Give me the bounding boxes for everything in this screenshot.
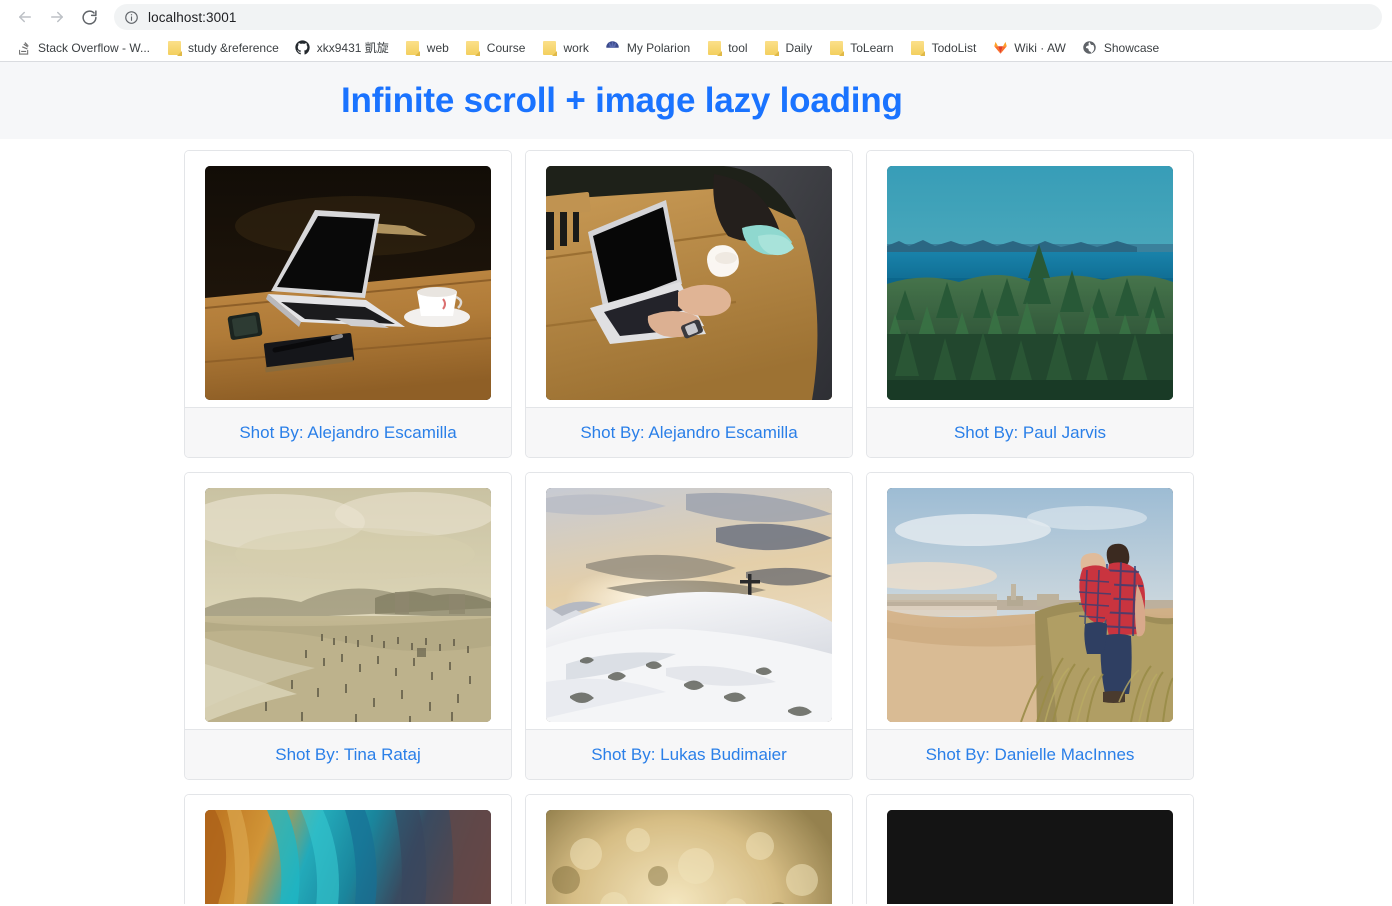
photo-man-carrying-child-on-beach-dunes[interactable] [887,488,1173,722]
github-icon [295,40,311,56]
photo-container [526,795,852,904]
bookmark-wiki-aw[interactable]: Wiki · AW [984,37,1074,59]
photo-container [185,151,511,407]
photo-card[interactable]: Shot By: Lukas Budimaier [525,472,853,780]
photo-hazy-beach-with-crowd-sepia[interactable] [205,488,491,722]
bookmark-todolist[interactable]: TodoList [902,37,985,59]
photo-container [867,473,1193,729]
photo-dark-black-image-placeholder[interactable] [887,810,1173,904]
folder-icon [166,40,182,56]
bookmark-web[interactable]: web [397,37,457,59]
stackoverflow-icon [16,40,32,56]
photo-caption-footer: Shot By: Alejandro Escamilla [526,407,852,457]
photo-container [867,151,1193,407]
bookmark-github[interactable]: xkx9431 凱旋 [287,37,397,59]
bookmark-label: xkx9431 凱旋 [316,40,389,55]
bookmark-my-polarion[interactable]: My Polarion [597,37,698,59]
photo-caption: Shot By: Alejandro Escamilla [580,423,798,442]
photo-container [185,795,511,904]
photo-card[interactable]: Shot By: Danielle MacInnes [866,472,1194,780]
folder-icon [405,40,421,56]
address-bar[interactable]: localhost:3001 [114,4,1382,30]
photo-grid-container: Shot By: Alejandro Escamilla Shot By: Al… [0,139,1392,904]
page-content: Infinite scroll + image lazy loading Sho… [0,62,1392,904]
bookmark-label: Course [486,40,526,55]
bookmark-label: Showcase [1103,40,1160,55]
photo-card[interactable]: Shot By: Paul Jarvis [866,150,1194,458]
photo-card[interactable] [866,794,1194,904]
bookmark-label: web [426,40,449,55]
forward-button[interactable] [42,2,72,32]
back-button[interactable] [10,2,40,32]
photo-caption: Shot By: Paul Jarvis [953,423,1107,442]
bookmark-label: Wiki · AW [1014,40,1066,55]
bookmark-course[interactable]: Course [457,37,534,59]
info-circle-icon[interactable] [124,10,139,25]
bookmark-label: TodoList [931,40,977,55]
gitlab-fox-icon [992,40,1008,56]
photo-container [867,795,1193,904]
bookmark-stack-overflow[interactable]: Stack Overflow - W... [8,37,158,59]
photo-grid: Shot By: Alejandro Escamilla Shot By: Al… [184,150,1208,904]
globe-icon [1082,40,1098,56]
photo-sunlit-branch-bokeh-forest[interactable] [546,810,832,904]
folder-icon [828,40,844,56]
photo-caption-footer: Shot By: Alejandro Escamilla [185,407,511,457]
bookmarks-bar: Stack Overflow - W... study &reference x… [0,34,1392,62]
photo-card[interactable]: Shot By: Tina Rataj [184,472,512,780]
bookmark-label: Stack Overflow - W... [38,40,151,55]
folder-icon [706,40,722,56]
photo-aerial-turquoise-and-orange-coastline[interactable] [205,810,491,904]
photo-card[interactable] [525,794,853,904]
polarion-shell-icon [605,40,621,56]
folder-icon [541,40,557,56]
folder-icon [764,40,780,56]
photo-container [526,473,852,729]
reload-button[interactable] [74,2,104,32]
photo-card[interactable]: Shot By: Alejandro Escamilla [525,150,853,458]
bookmark-showcase[interactable]: Showcase [1074,37,1167,59]
photo-laptop-on-wooden-desk-with-coffee[interactable] [205,166,491,400]
photo-container [185,473,511,729]
bookmark-tolearn[interactable]: ToLearn [820,37,901,59]
photo-caption-footer: Shot By: Danielle MacInnes [867,729,1193,779]
photo-card[interactable] [184,794,512,904]
bookmark-daily[interactable]: Daily [756,37,821,59]
arrow-left-icon [16,8,34,26]
page-header-banner: Infinite scroll + image lazy loading [0,62,1392,139]
bookmark-label: ToLearn [850,40,894,55]
photo-caption: Shot By: Lukas Budimaier [591,745,787,764]
folder-icon [465,40,481,56]
page-title: Infinite scroll + image lazy loading [341,81,903,120]
bookmark-label: tool [728,40,748,55]
bookmark-study-reference[interactable]: study &reference [158,37,287,59]
bookmark-label: Daily [785,40,813,55]
photo-caption-footer: Shot By: Paul Jarvis [867,407,1193,457]
photo-man-typing-on-laptop-outdoors[interactable] [546,166,832,400]
photo-caption: Shot By: Tina Rataj [275,745,421,764]
photo-caption: Shot By: Danielle MacInnes [925,745,1135,764]
bookmark-tool[interactable]: tool [698,37,755,59]
folder-icon [910,40,926,56]
photo-snowy-mountain-summit-cross-sunset[interactable] [546,488,832,722]
photo-container [526,151,852,407]
photo-caption-footer: Shot By: Lukas Budimaier [526,729,852,779]
reload-icon [81,9,98,26]
bookmark-label: work [563,40,589,55]
address-bar-url: localhost:3001 [148,9,237,25]
bookmark-work[interactable]: work [533,37,596,59]
photo-pine-forest-overlooking-blue-sea[interactable] [887,166,1173,400]
arrow-right-icon [48,8,66,26]
browser-chrome: localhost:3001 Stack Overflow - W... stu… [0,0,1392,62]
bookmark-label: My Polarion [626,40,691,55]
browser-toolbar: localhost:3001 [0,0,1392,34]
bookmark-label: study &reference [188,40,279,55]
photo-caption-footer: Shot By: Tina Rataj [185,729,511,779]
photo-caption: Shot By: Alejandro Escamilla [239,423,457,442]
photo-card[interactable]: Shot By: Alejandro Escamilla [184,150,512,458]
